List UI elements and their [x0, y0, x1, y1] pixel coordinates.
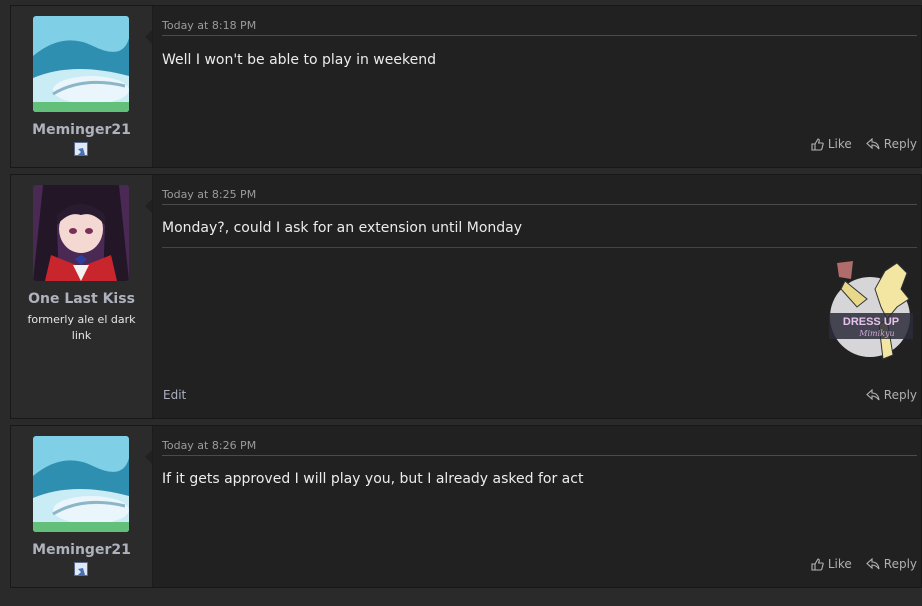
post-actions: Reply: [865, 388, 917, 402]
thumbs-up-icon: [811, 137, 824, 151]
user-info: Meminger21: [11, 6, 153, 167]
post-actions: Like Reply: [811, 557, 917, 571]
post-1: Meminger21 Today at 8:18 PM Well I won't…: [10, 5, 922, 168]
reply-label: Reply: [883, 137, 917, 151]
post-message: Monday?, could I ask for an extension un…: [162, 220, 523, 236]
reply-arrow-icon: [865, 138, 880, 150]
post-timestamp[interactable]: Today at 8:25 PM: [162, 188, 917, 205]
avatar[interactable]: [33, 16, 129, 112]
post-message: If it gets approved I will play you, but…: [162, 471, 584, 487]
reply-button[interactable]: Reply: [865, 388, 917, 402]
like-label: Like: [827, 557, 852, 571]
thumbs-up-icon: [811, 557, 824, 571]
message-pointer: [145, 450, 152, 464]
signature-divider: [162, 247, 917, 248]
reply-arrow-icon: [865, 389, 880, 401]
edit-button[interactable]: Edit: [163, 388, 186, 402]
signature-image: DRESS UP Mimikyu: [829, 261, 913, 360]
post-2: One Last Kiss formerly ale el dark link …: [10, 174, 922, 419]
reply-label: Reply: [883, 388, 917, 402]
reply-button[interactable]: Reply: [865, 557, 917, 571]
username[interactable]: One Last Kiss: [11, 291, 152, 307]
like-button[interactable]: Like: [811, 137, 852, 151]
signature-subtext: Mimikyu: [858, 329, 894, 338]
post-timestamp[interactable]: Today at 8:18 PM: [162, 19, 917, 36]
user-info: Meminger21: [11, 426, 153, 587]
post-timestamp[interactable]: Today at 8:26 PM: [162, 439, 917, 456]
post-3: Meminger21 Today at 8:26 PM If it gets a…: [10, 425, 922, 588]
message-pointer: [145, 30, 152, 44]
post-message: Well I won't be able to play in weekend: [162, 52, 436, 68]
user-title: formerly ale el dark link: [27, 313, 136, 342]
username[interactable]: Meminger21: [11, 122, 152, 138]
signature-text: DRESS UP: [843, 316, 899, 328]
avatar[interactable]: [33, 436, 129, 532]
avatar[interactable]: [33, 185, 129, 281]
like-button[interactable]: Like: [811, 557, 852, 571]
user-badge-icon: [74, 142, 88, 156]
user-info: One Last Kiss formerly ale el dark link: [11, 175, 153, 418]
user-badge-icon: [74, 562, 88, 576]
reply-arrow-icon: [865, 558, 880, 570]
post-actions: Like Reply: [811, 137, 917, 151]
like-label: Like: [827, 137, 852, 151]
reply-button[interactable]: Reply: [865, 137, 917, 151]
username[interactable]: Meminger21: [11, 542, 152, 558]
message-pointer: [145, 199, 152, 213]
reply-label: Reply: [883, 557, 917, 571]
